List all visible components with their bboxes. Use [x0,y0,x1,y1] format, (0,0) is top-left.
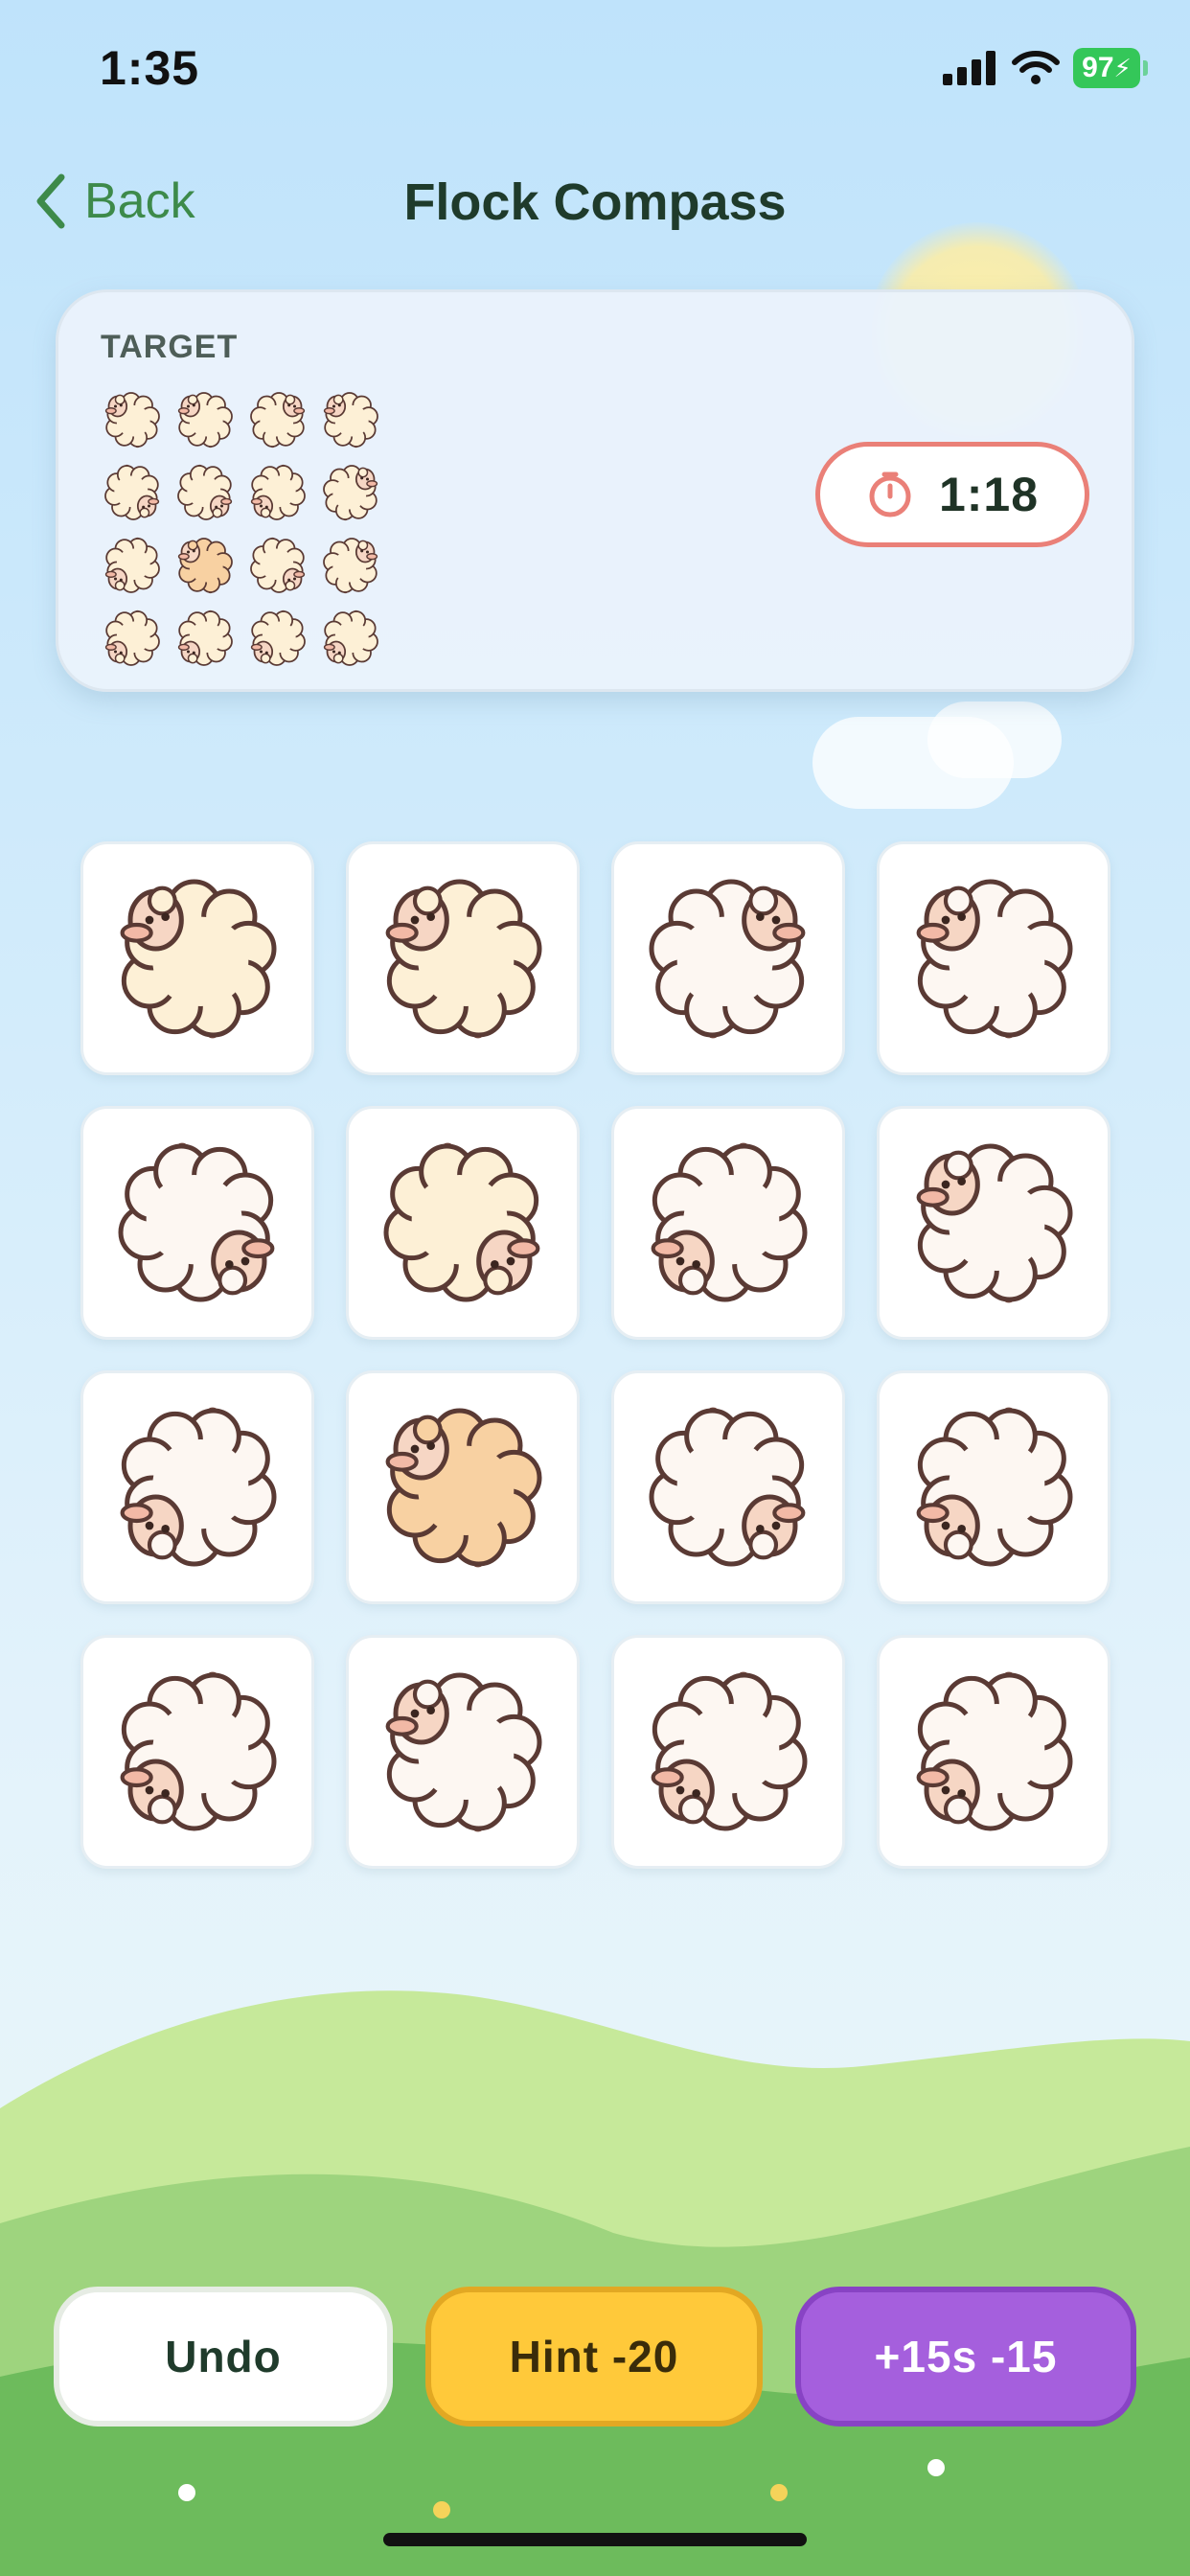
target-sheep [170,530,240,601]
target-sheep [97,457,168,528]
sheep-icon [385,1672,542,1832]
sheep-icon [323,392,378,448]
sheep-tile[interactable] [877,1106,1110,1340]
sheep-icon [177,464,233,520]
hills-background [0,1990,1190,2576]
flower-dot [770,2484,788,2501]
sheep-icon [250,392,306,448]
sheep-icon [916,879,1073,1039]
target-sheep [242,530,313,601]
target-sheep [242,603,313,674]
cloud-decoration [927,702,1062,778]
sheep-tile[interactable] [611,1635,845,1869]
sheep-tile[interactable] [346,841,580,1075]
sheep-icon [118,1142,275,1302]
target-sheep [97,603,168,674]
target-sheep [170,457,240,528]
sheep-icon [177,610,233,666]
flower-dot [178,2484,195,2501]
sheep-tile[interactable] [877,1370,1110,1604]
sheep-icon [104,610,160,666]
sheep-icon [177,392,233,448]
sheep-icon [383,1142,540,1302]
sheep-icon [120,1671,277,1831]
sheep-icon [385,1408,542,1568]
sheep-tile[interactable] [80,1635,314,1869]
target-sheep [170,603,240,674]
target-sheep [242,457,313,528]
sheep-tile[interactable] [877,1635,1110,1869]
sheep-tile[interactable] [80,1106,314,1340]
target-sheep [315,384,386,455]
status-icons: 97 ⚡ [943,48,1148,88]
sheep-icon [649,879,806,1039]
add-time-button[interactable]: +15s -15 [795,2287,1136,2426]
sheep-icon [651,1142,808,1302]
undo-button[interactable]: Undo [54,2287,393,2426]
sheep-tile[interactable] [877,841,1110,1075]
hint-button[interactable]: Hint -20 [425,2287,763,2426]
sheep-icon [250,610,306,666]
game-board [80,841,1110,1869]
sheep-icon [104,464,160,520]
sheep-icon [250,537,306,593]
target-sheep [242,384,313,455]
page-title: Flock Compass [403,173,787,231]
wifi-icon [1012,51,1060,84]
target-pattern-grid [97,384,386,666]
sheep-icon [649,1407,806,1567]
sheep-icon [120,879,277,1039]
sheep-tile[interactable] [611,1370,845,1604]
target-sheep [97,384,168,455]
home-indicator[interactable] [383,2533,807,2546]
sheep-icon [323,610,378,666]
sheep-tile[interactable] [346,1106,580,1340]
signal-icon [943,51,995,85]
battery-level: 97 [1082,52,1114,83]
battery-icon: 97 ⚡ [1073,48,1148,88]
sheep-tile[interactable] [346,1370,580,1604]
charging-icon: ⚡ [1113,53,1132,82]
nav-bar: Back Flock Compass [0,163,1190,240]
sheep-tile[interactable] [611,841,845,1075]
status-time: 1:35 [100,41,200,95]
sheep-icon [250,464,306,520]
sheep-icon [104,392,160,448]
sheep-icon [385,879,542,1039]
sheep-icon [916,1143,1073,1303]
timer-pill: 1:18 [815,442,1089,547]
flower-dot [433,2501,450,2518]
target-sheep [315,530,386,601]
sheep-icon [120,1407,277,1567]
target-sheep [170,384,240,455]
sheep-icon [916,1407,1073,1567]
sheep-tile[interactable] [346,1635,580,1869]
sheep-tile[interactable] [80,841,314,1075]
sheep-icon [323,538,378,594]
target-card: TARGET 1:18 [56,289,1134,692]
target-sheep [315,457,386,528]
sheep-icon [916,1671,1073,1831]
sheep-icon [651,1671,808,1831]
timer-icon [869,472,911,518]
target-sheep [315,603,386,674]
sheep-tile[interactable] [611,1106,845,1340]
sheep-tile[interactable] [80,1370,314,1604]
flower-dot [927,2459,945,2476]
timer-value: 1:18 [938,468,1040,521]
sheep-icon [323,465,378,521]
sheep-icon [177,538,233,594]
target-label: TARGET [101,329,239,365]
status-bar: 1:35 97 ⚡ [0,0,1190,144]
sheep-icon [104,537,160,593]
target-sheep [97,530,168,601]
